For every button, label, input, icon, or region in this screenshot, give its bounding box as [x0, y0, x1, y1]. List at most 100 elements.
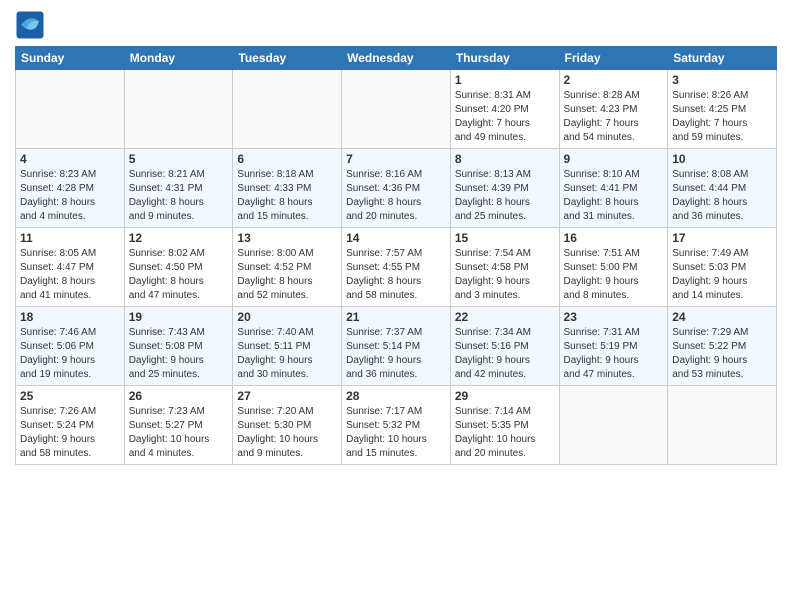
day-number: 10	[672, 152, 772, 166]
day-number: 26	[129, 389, 229, 403]
calendar-cell	[342, 70, 451, 149]
calendar-cell	[233, 70, 342, 149]
calendar-header-sunday: Sunday	[16, 47, 125, 70]
day-info: Sunrise: 8:26 AM Sunset: 4:25 PM Dayligh…	[672, 89, 772, 145]
calendar-cell: 15 Sunrise: 7:54 AM Sunset: 4:58 PM Dayli…	[450, 228, 559, 307]
day-info: Sunrise: 8:21 AM Sunset: 4:31 PM Dayligh…	[129, 168, 229, 224]
day-number: 15	[455, 231, 555, 245]
day-info: Sunrise: 7:37 AM Sunset: 5:14 PM Dayligh…	[346, 326, 446, 382]
day-info: Sunrise: 7:57 AM Sunset: 4:55 PM Dayligh…	[346, 247, 446, 303]
day-number: 3	[672, 73, 772, 87]
day-number: 6	[237, 152, 337, 166]
day-info: Sunrise: 8:05 AM Sunset: 4:47 PM Dayligh…	[20, 247, 120, 303]
calendar-cell: 20 Sunrise: 7:40 AM Sunset: 5:11 PM Dayli…	[233, 307, 342, 386]
day-number: 4	[20, 152, 120, 166]
day-number: 23	[564, 310, 664, 324]
day-number: 24	[672, 310, 772, 324]
logo	[15, 10, 49, 40]
day-number: 7	[346, 152, 446, 166]
calendar-header-thursday: Thursday	[450, 47, 559, 70]
calendar-cell: 23Sunrise: 7:31 AM Sunset: 5:19 PM Dayli…	[559, 307, 668, 386]
day-number: 5	[129, 152, 229, 166]
calendar-cell: 25 Sunrise: 7:26 AM Sunset: 5:24 PM Dayli…	[16, 386, 125, 465]
calendar-week-row: 1Sunrise: 8:31 AM Sunset: 4:20 PM Daylig…	[16, 70, 777, 149]
calendar-cell: 22 Sunrise: 7:34 AM Sunset: 5:16 PM Dayli…	[450, 307, 559, 386]
day-number: 14	[346, 231, 446, 245]
day-info: Sunrise: 7:49 AM Sunset: 5:03 PM Dayligh…	[672, 247, 772, 303]
day-info: Sunrise: 7:40 AM Sunset: 5:11 PM Dayligh…	[237, 326, 337, 382]
calendar-cell: 29Sunrise: 7:14 AM Sunset: 5:35 PM Dayli…	[450, 386, 559, 465]
day-info: Sunrise: 8:28 AM Sunset: 4:23 PM Dayligh…	[564, 89, 664, 145]
day-info: Sunrise: 7:26 AM Sunset: 5:24 PM Dayligh…	[20, 405, 120, 461]
day-number: 19	[129, 310, 229, 324]
day-number: 20	[237, 310, 337, 324]
day-info: Sunrise: 7:46 AM Sunset: 5:06 PM Dayligh…	[20, 326, 120, 382]
day-info: Sunrise: 7:23 AM Sunset: 5:27 PM Dayligh…	[129, 405, 229, 461]
calendar-header-tuesday: Tuesday	[233, 47, 342, 70]
calendar-cell: 24 Sunrise: 7:29 AM Sunset: 5:22 PM Dayli…	[668, 307, 777, 386]
calendar-header-monday: Monday	[124, 47, 233, 70]
calendar-cell: 12 Sunrise: 8:02 AM Sunset: 4:50 PM Dayli…	[124, 228, 233, 307]
day-number: 8	[455, 152, 555, 166]
calendar-cell: 6 Sunrise: 8:18 AM Sunset: 4:33 PM Daylig…	[233, 149, 342, 228]
calendar-cell: 8 Sunrise: 8:13 AM Sunset: 4:39 PM Daylig…	[450, 149, 559, 228]
day-number: 9	[564, 152, 664, 166]
calendar-body: 1Sunrise: 8:31 AM Sunset: 4:20 PM Daylig…	[16, 70, 777, 465]
day-number: 16	[564, 231, 664, 245]
day-info: Sunrise: 7:20 AM Sunset: 5:30 PM Dayligh…	[237, 405, 337, 461]
page: SundayMondayTuesdayWednesdayThursdayFrid…	[0, 0, 792, 612]
header	[15, 10, 777, 40]
day-info: Sunrise: 8:02 AM Sunset: 4:50 PM Dayligh…	[129, 247, 229, 303]
calendar-cell: 28Sunrise: 7:17 AM Sunset: 5:32 PM Dayli…	[342, 386, 451, 465]
calendar-cell: 27Sunrise: 7:20 AM Sunset: 5:30 PM Dayli…	[233, 386, 342, 465]
day-number: 22	[455, 310, 555, 324]
calendar-cell: 19Sunrise: 7:43 AM Sunset: 5:08 PM Dayli…	[124, 307, 233, 386]
calendar-cell: 14 Sunrise: 7:57 AM Sunset: 4:55 PM Dayli…	[342, 228, 451, 307]
day-info: Sunrise: 7:29 AM Sunset: 5:22 PM Dayligh…	[672, 326, 772, 382]
day-number: 28	[346, 389, 446, 403]
calendar-cell: 13Sunrise: 8:00 AM Sunset: 4:52 PM Dayli…	[233, 228, 342, 307]
calendar-cell: 10Sunrise: 8:08 AM Sunset: 4:44 PM Dayli…	[668, 149, 777, 228]
calendar-week-row: 4 Sunrise: 8:23 AM Sunset: 4:28 PM Daylig…	[16, 149, 777, 228]
day-number: 11	[20, 231, 120, 245]
calendar-header-friday: Friday	[559, 47, 668, 70]
calendar-cell: 16 Sunrise: 7:51 AM Sunset: 5:00 PM Dayli…	[559, 228, 668, 307]
calendar-cell: 2 Sunrise: 8:28 AM Sunset: 4:23 PM Daylig…	[559, 70, 668, 149]
day-info: Sunrise: 8:18 AM Sunset: 4:33 PM Dayligh…	[237, 168, 337, 224]
calendar-cell: 18 Sunrise: 7:46 AM Sunset: 5:06 PM Dayli…	[16, 307, 125, 386]
calendar-cell: 9 Sunrise: 8:10 AM Sunset: 4:41 PM Daylig…	[559, 149, 668, 228]
day-number: 18	[20, 310, 120, 324]
calendar-cell	[124, 70, 233, 149]
day-info: Sunrise: 7:51 AM Sunset: 5:00 PM Dayligh…	[564, 247, 664, 303]
day-info: Sunrise: 7:54 AM Sunset: 4:58 PM Dayligh…	[455, 247, 555, 303]
day-number: 12	[129, 231, 229, 245]
calendar-header-row: SundayMondayTuesdayWednesdayThursdayFrid…	[16, 47, 777, 70]
calendar-cell	[559, 386, 668, 465]
day-info: Sunrise: 8:10 AM Sunset: 4:41 PM Dayligh…	[564, 168, 664, 224]
calendar-cell: 3 Sunrise: 8:26 AM Sunset: 4:25 PM Daylig…	[668, 70, 777, 149]
day-number: 21	[346, 310, 446, 324]
calendar: SundayMondayTuesdayWednesdayThursdayFrid…	[15, 46, 777, 465]
day-number: 29	[455, 389, 555, 403]
day-info: Sunrise: 8:13 AM Sunset: 4:39 PM Dayligh…	[455, 168, 555, 224]
calendar-cell: 5 Sunrise: 8:21 AM Sunset: 4:31 PM Daylig…	[124, 149, 233, 228]
day-info: Sunrise: 7:34 AM Sunset: 5:16 PM Dayligh…	[455, 326, 555, 382]
calendar-cell	[16, 70, 125, 149]
calendar-cell: 7 Sunrise: 8:16 AM Sunset: 4:36 PM Daylig…	[342, 149, 451, 228]
calendar-week-row: 11 Sunrise: 8:05 AM Sunset: 4:47 PM Dayli…	[16, 228, 777, 307]
day-number: 1	[455, 73, 555, 87]
calendar-header-saturday: Saturday	[668, 47, 777, 70]
calendar-cell: 11 Sunrise: 8:05 AM Sunset: 4:47 PM Dayli…	[16, 228, 125, 307]
calendar-cell: 4 Sunrise: 8:23 AM Sunset: 4:28 PM Daylig…	[16, 149, 125, 228]
logo-icon	[15, 10, 45, 40]
calendar-header-wednesday: Wednesday	[342, 47, 451, 70]
day-info: Sunrise: 8:23 AM Sunset: 4:28 PM Dayligh…	[20, 168, 120, 224]
day-number: 2	[564, 73, 664, 87]
calendar-cell: 17Sunrise: 7:49 AM Sunset: 5:03 PM Dayli…	[668, 228, 777, 307]
calendar-cell: 1Sunrise: 8:31 AM Sunset: 4:20 PM Daylig…	[450, 70, 559, 149]
day-info: Sunrise: 8:16 AM Sunset: 4:36 PM Dayligh…	[346, 168, 446, 224]
day-number: 25	[20, 389, 120, 403]
calendar-week-row: 25 Sunrise: 7:26 AM Sunset: 5:24 PM Dayli…	[16, 386, 777, 465]
calendar-week-row: 18 Sunrise: 7:46 AM Sunset: 5:06 PM Dayli…	[16, 307, 777, 386]
day-info: Sunrise: 8:00 AM Sunset: 4:52 PM Dayligh…	[237, 247, 337, 303]
